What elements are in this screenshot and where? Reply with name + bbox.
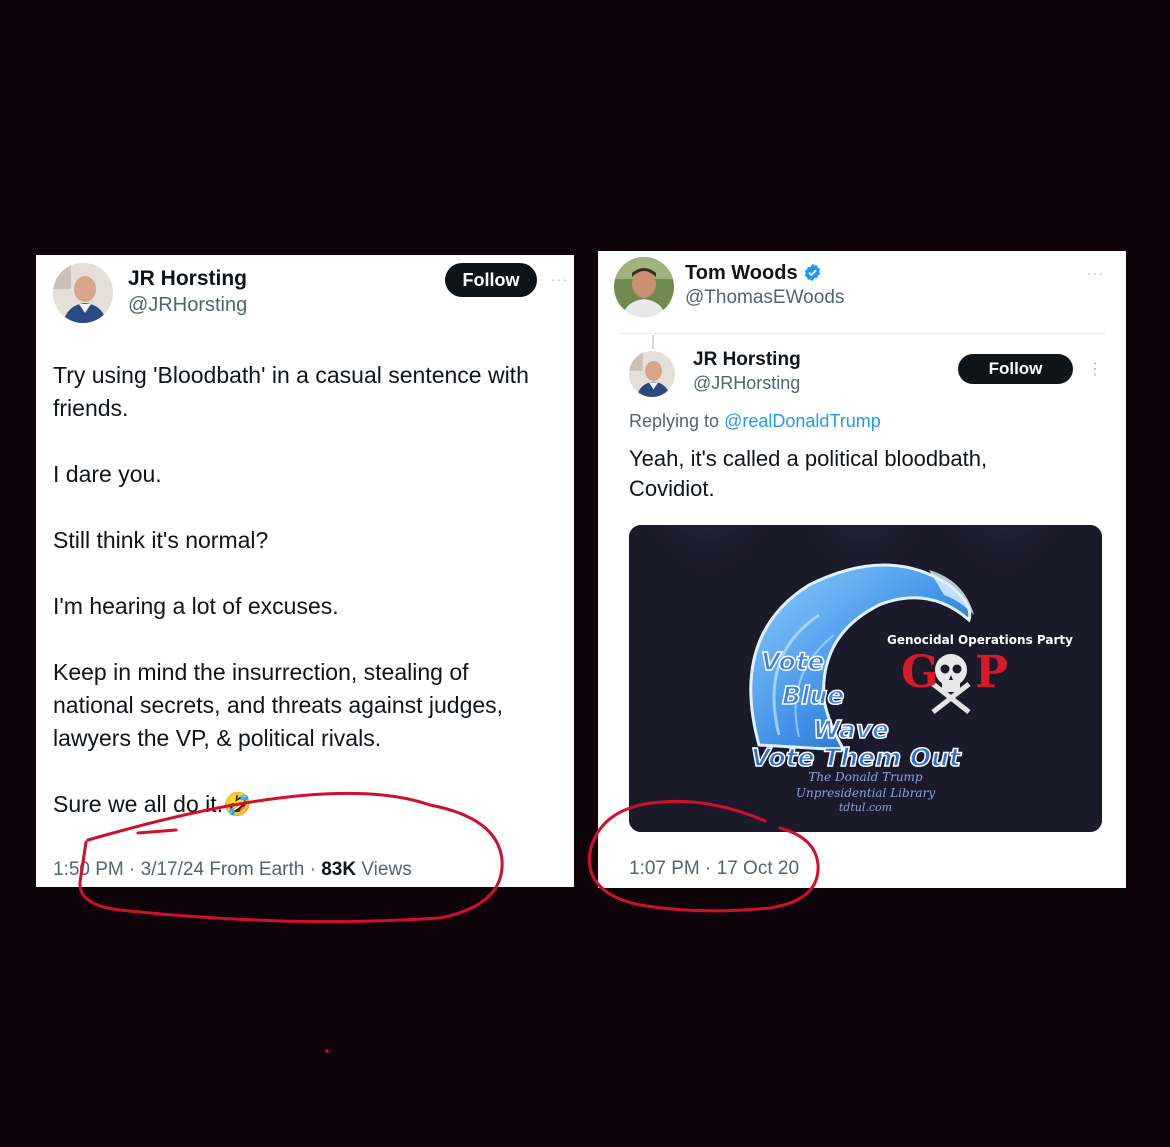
tweet-text-line: I'm hearing a lot of excuses. <box>53 593 339 619</box>
more-options-icon[interactable]: ··· <box>551 271 568 287</box>
replying-to-link[interactable]: @realDonaldTrump <box>724 411 881 431</box>
display-name-text: Tom Woods <box>685 262 798 284</box>
tweet-text-line: Keep in mind the insurrection, stealing … <box>53 659 504 751</box>
tweet-text-line: I dare you. <box>53 461 162 487</box>
more-options-icon[interactable]: ··· <box>1087 265 1104 281</box>
gop-letter-p: P <box>975 647 1009 698</box>
user-handle[interactable]: @JRHorsting <box>128 294 247 317</box>
follow-button[interactable]: Follow <box>445 263 537 297</box>
user-handle[interactable]: @ThomasEWoods <box>685 287 844 309</box>
display-name[interactable]: JR Horsting <box>128 267 247 291</box>
thread-connector <box>652 335 654 349</box>
divider <box>618 333 1106 334</box>
tweet-card-tom-woods: Tom Woods @ThomasEWoods ··· JR Horsting … <box>598 251 1126 888</box>
reply-user-handle[interactable]: @JRHorsting <box>693 373 800 394</box>
wave-text-blue: Blue <box>781 680 845 711</box>
more-options-icon[interactable]: ⋮ <box>1087 359 1104 379</box>
avatar[interactable] <box>53 263 113 323</box>
avatar-photo-icon <box>614 257 674 317</box>
replying-to: Replying to @realDonaldTrump <box>629 411 881 432</box>
credit-line: Unpresidential Library <box>795 786 936 800</box>
tweet-text-line: Try using 'Bloodbath' in a casual senten… <box>53 362 529 421</box>
tweet-text-line: Still think it's normal? <box>53 527 269 553</box>
follow-button[interactable]: Follow <box>958 354 1073 384</box>
tweet-timestamp[interactable]: 1:50 PM · 3/17/24 From Earth · 83K Views <box>53 859 412 881</box>
avatar-photo-icon <box>629 351 675 397</box>
avatar-photo-icon <box>53 263 113 323</box>
vote-them-out: Vote Them Out <box>750 742 961 773</box>
credit-line: The Donald Trump <box>808 770 923 784</box>
views-count: 83K <box>321 859 357 880</box>
tweet-card-jr-horsting: JR Horsting @JRHorsting Follow ··· Try u… <box>36 255 574 887</box>
timestamp-text: 1:50 PM · 3/17/24 From Earth · <box>53 859 322 880</box>
avatar[interactable] <box>614 257 674 317</box>
party-label: Genocidal Operations Party <box>887 633 1073 647</box>
display-name[interactable]: Tom Woods <box>685 262 822 288</box>
attached-image[interactable]: Genocidal Operations Party G P Vote Blue… <box>629 525 1102 832</box>
avatar[interactable] <box>629 351 675 397</box>
gop-letter-g: G <box>901 647 939 698</box>
wave-text-vote: Vote <box>760 646 825 677</box>
views-label: Views <box>356 859 412 880</box>
replying-to-prefix: Replying to <box>629 411 725 431</box>
credit-url: tdtul.com <box>838 801 893 814</box>
tweet-text-line: Sure we all do it.🤣 <box>53 791 252 817</box>
wave-text-wave: Wave <box>812 714 890 745</box>
tweet-timestamp[interactable]: 1:07 PM · 17 Oct 20 <box>629 858 799 880</box>
reply-text: Yeah, it's called a political bloodbath,… <box>629 446 988 501</box>
verified-badge-icon <box>803 263 822 288</box>
reply-display-name[interactable]: JR Horsting <box>693 349 801 371</box>
